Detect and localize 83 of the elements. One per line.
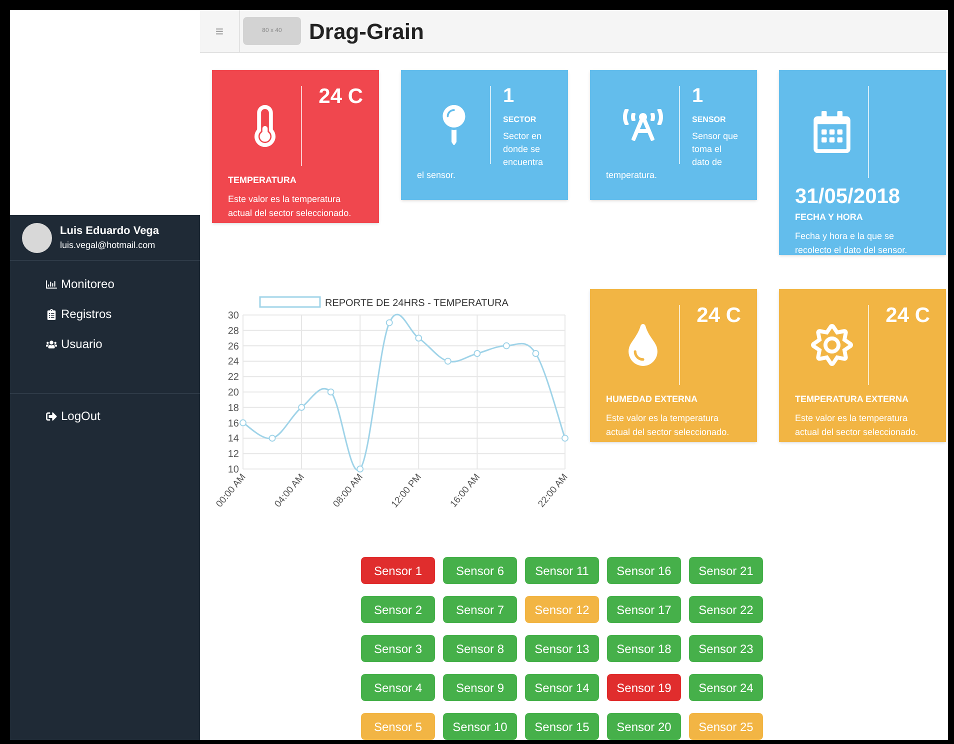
sensor-button[interactable]: Sensor 22 xyxy=(689,596,763,623)
sensor-button[interactable]: Sensor 16 xyxy=(607,557,681,584)
chart-point xyxy=(562,434,568,442)
sensor-button[interactable]: Sensor 2 xyxy=(361,596,435,623)
card-description: Este valor es la temperatura actual del sector seleccionado. xyxy=(606,412,730,438)
card-value: 31/05/2018 xyxy=(795,186,902,207)
card-label: FECHA Y HORA xyxy=(795,211,864,224)
logout-icon xyxy=(46,410,57,422)
avatar xyxy=(22,222,52,252)
user-name: Luis Eduardo Vega xyxy=(60,224,160,238)
card-description: Sensor que toma el dato de temperatura. xyxy=(606,130,740,182)
sensor-button[interactable]: Sensor 3 xyxy=(361,635,435,662)
sensor-button[interactable]: Sensor 25 xyxy=(689,713,763,740)
card-description: Este valor es la temperatura actual del sector seleccionado. xyxy=(228,192,352,220)
axis-tick-label: 10 xyxy=(228,464,239,476)
sensor-button[interactable]: Sensor 24 xyxy=(689,674,763,701)
chart-point xyxy=(502,342,510,350)
sensor-button[interactable]: Sensor 21 xyxy=(689,557,763,584)
sensor-button[interactable]: Sensor 8 xyxy=(443,635,517,662)
axis-tick-label: 24 xyxy=(228,356,239,368)
legend-label: REPORTE DE 24HRS - TEMPERATURA xyxy=(325,298,508,309)
sensor-button[interactable]: Sensor 14 xyxy=(525,674,599,701)
sensor-button[interactable]: Sensor 4 xyxy=(361,674,435,701)
calendar-icon xyxy=(810,111,852,153)
chart-point xyxy=(386,319,393,326)
sensor-button[interactable]: Sensor 7 xyxy=(443,596,517,623)
clipboard-icon xyxy=(46,308,57,320)
axis-tick-label: 16 xyxy=(228,418,239,430)
sensor-button[interactable]: Sensor 17 xyxy=(607,596,681,623)
sensor-button[interactable]: Sensor 15 xyxy=(525,713,599,740)
card-value: 24 C xyxy=(318,86,363,107)
sensor-button[interactable]: Sensor 20 xyxy=(607,713,681,740)
axis-tick-label: 30 xyxy=(228,310,239,322)
card-description: Fecha y hora e la que se recolecto el dato del sensor. xyxy=(795,230,908,256)
legend-swatch xyxy=(259,296,321,308)
chart-point xyxy=(532,350,540,357)
nav-item[interactable]: Monitoreo xyxy=(10,269,200,299)
axis-tick-label: 12 xyxy=(228,449,239,460)
logout-link[interactable]: LogOut xyxy=(10,402,200,430)
card-value: 1 xyxy=(691,86,704,106)
users-icon xyxy=(46,338,57,350)
sensor-button[interactable]: Sensor 23 xyxy=(689,635,763,662)
axis-tick-label: 28 xyxy=(228,326,239,337)
chart-point xyxy=(356,466,364,472)
card-value: 24 C xyxy=(696,305,741,326)
sensor-button[interactable]: Sensor 13 xyxy=(525,635,599,662)
chart-point xyxy=(298,404,306,411)
app-title: Drag-Grain xyxy=(309,18,424,46)
card-label: TEMPERATURA EXTERNA xyxy=(795,393,910,406)
menu-button[interactable]: ≡ xyxy=(200,10,240,52)
user-email: luis.vegal@hotmail.com xyxy=(60,239,156,252)
sensor-button[interactable]: Sensor 11 xyxy=(525,557,599,584)
chart-point xyxy=(444,358,452,365)
card-value: 1 xyxy=(502,86,516,106)
sensor-button[interactable]: Sensor 19 xyxy=(607,674,681,701)
card-label: TEMPERATURA xyxy=(228,174,298,187)
sensor-button[interactable]: Sensor 9 xyxy=(443,674,517,701)
sensor-button[interactable]: Sensor 6 xyxy=(443,557,517,584)
nav-item[interactable]: Registros xyxy=(10,299,200,329)
chart-point xyxy=(268,434,276,442)
card-label: SENSOR xyxy=(691,114,727,126)
sensor-button[interactable]: Sensor 1 xyxy=(361,557,435,584)
axis-tick-label: 18 xyxy=(228,402,239,414)
card-value: 24 C xyxy=(886,305,930,326)
axis-tick-label: 26 xyxy=(228,341,239,352)
chart-point xyxy=(327,388,334,396)
chart-point xyxy=(240,419,246,426)
card-label: SECTOR xyxy=(502,114,538,126)
card-description: Sector en donde se encuentra el sensor. xyxy=(417,130,544,182)
chart-point xyxy=(474,350,481,357)
nav-item[interactable]: Usuario xyxy=(10,329,200,359)
axis-tick-label: 22 xyxy=(228,372,239,384)
axis-tick-label: 14 xyxy=(228,434,239,445)
bar-chart-icon xyxy=(46,278,57,290)
sensor-button[interactable]: Sensor 5 xyxy=(361,713,435,740)
axis-tick-label: 20 xyxy=(228,388,239,398)
sun-icon xyxy=(810,324,852,366)
sensor-button[interactable]: Sensor 12 xyxy=(525,596,599,623)
sensor-button[interactable]: Sensor 18 xyxy=(607,635,681,662)
chart-point xyxy=(415,334,422,342)
sensor-button[interactable]: Sensor 10 xyxy=(443,713,517,740)
card-description: Este valor es la temperatura actual del sector seleccionado. xyxy=(795,412,920,438)
card-label: HUMEDAD EXTERNA xyxy=(606,393,699,406)
